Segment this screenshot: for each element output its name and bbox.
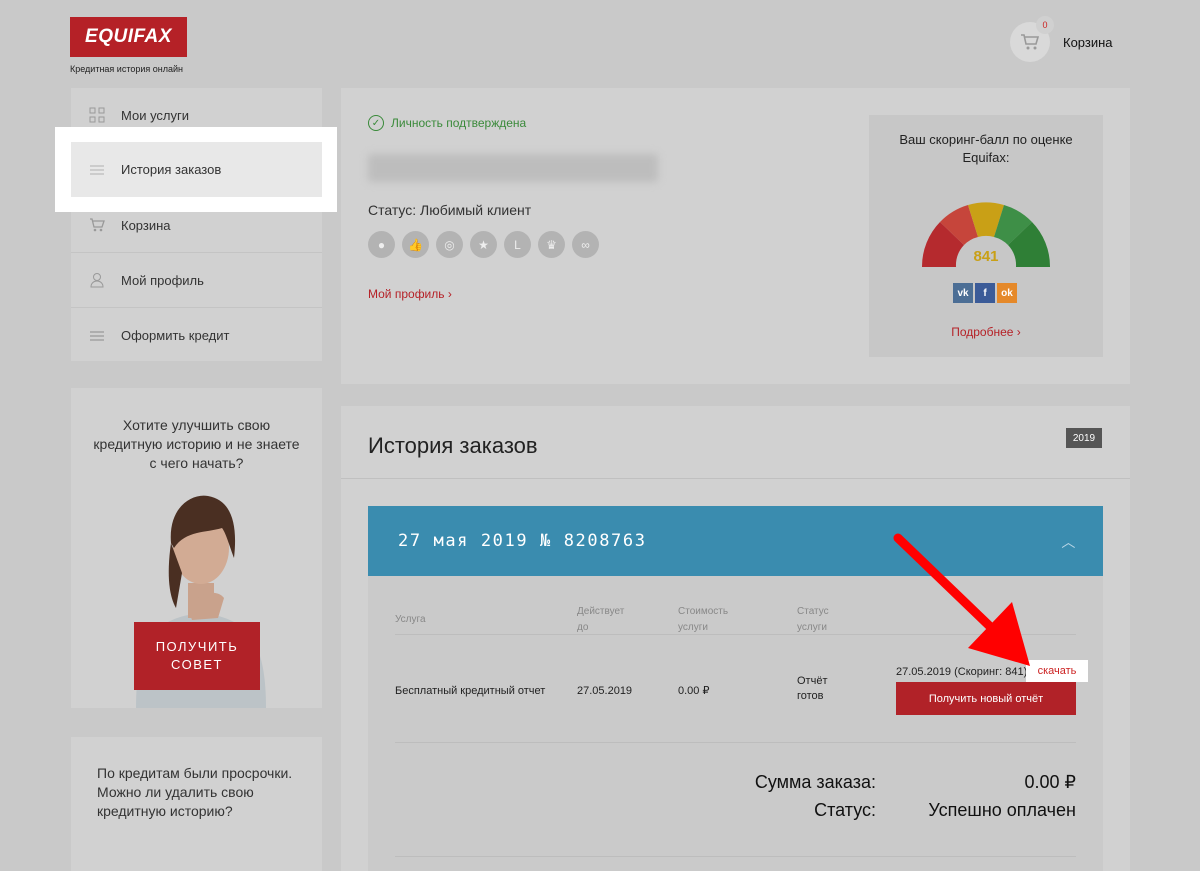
user-badge-icon[interactable]: ● — [368, 231, 395, 258]
sidebar-item-label: Мой профиль — [121, 272, 204, 288]
order-sum-label: Сумма заказа: — [754, 772, 876, 792]
header-cart[interactable]: 0 Корзина — [1010, 16, 1113, 62]
service-cost: 0.00 ₽ — [678, 685, 710, 697]
cart-icon — [1021, 34, 1040, 50]
sidebar-item-label: Мои услуги — [121, 107, 190, 123]
chevron-up-icon[interactable]: ︿ — [1061, 532, 1077, 552]
social-share: vk f ok — [953, 283, 1017, 303]
score-gauge: 841 — [921, 202, 1051, 267]
facebook-icon[interactable]: f — [975, 283, 995, 303]
list-icon — [89, 162, 105, 178]
logo-text: EQUIFAX — [85, 26, 172, 47]
sidebar-item-my-profile[interactable]: Мой профиль — [71, 253, 322, 308]
score-widget: Ваш скоринг-балл по оценке Equifax: 841 … — [869, 115, 1103, 357]
promo-text: Хотите улучшить свою кредитную историю и… — [93, 417, 300, 471]
col-header-cost: Стоимость услуги — [678, 606, 729, 633]
button-line-1: ПОЛУЧИТЬ — [155, 639, 239, 654]
sidebar-item-apply-credit[interactable]: Оформить кредит — [71, 308, 322, 363]
more-details-link[interactable]: Подробнее › — [869, 325, 1103, 339]
logo-tagline: Кредитная история онлайн — [70, 64, 183, 74]
profile-card: ✓ Личность подтверждена Статус: Любимый … — [341, 88, 1130, 384]
client-status: Статус: Любимый клиент — [368, 202, 532, 218]
user-icon — [89, 272, 105, 288]
sidebar-item-label: История заказов — [121, 162, 222, 177]
score-value: 841 — [973, 248, 998, 265]
clock-badge-icon[interactable]: L — [504, 231, 531, 258]
cart-button[interactable]: 0 — [1010, 16, 1054, 62]
page-title: История заказов — [368, 433, 538, 458]
link-text: Подробнее — [951, 325, 1014, 339]
crown-badge-icon[interactable]: ♛ — [538, 231, 565, 258]
check-circle-icon: ✓ — [368, 115, 384, 131]
col-header-status: Статус услуги — [797, 606, 829, 633]
faq-card[interactable]: По кредитам были просрочки. Можно ли уда… — [71, 737, 322, 871]
verified-text: Личность подтверждена — [391, 116, 527, 130]
faq-text: По кредитам были просрочки. Можно ли уда… — [97, 765, 293, 819]
promo-banner: Хотите улучшить свою кредитную историю и… — [71, 388, 322, 708]
cart-icon — [89, 217, 105, 233]
handshake-badge-icon[interactable]: ∞ — [572, 231, 599, 258]
order-title: 27 мая 2019 № 8208763 — [398, 531, 647, 551]
button-line-2: СОВЕТ — [171, 657, 223, 672]
my-profile-link[interactable]: Мой профиль › — [368, 287, 452, 301]
star-badge-icon[interactable]: ★ — [470, 231, 497, 258]
achievement-badges: ● 👍 ◎ ★ L ♛ ∞ — [368, 231, 599, 258]
col-header-valid-until: Действует до — [577, 606, 625, 633]
odnoklassniki-icon[interactable]: ok — [997, 283, 1017, 303]
vk-icon[interactable]: vk — [953, 283, 973, 303]
grid-icon — [89, 107, 105, 123]
link-text: Мой профиль — [368, 287, 445, 301]
thumb-up-badge-icon[interactable]: 👍 — [402, 231, 429, 258]
sidebar-item-label: Оформить кредит — [121, 328, 230, 343]
divider — [341, 478, 1130, 479]
equifax-logo[interactable]: EQUIFAX — [70, 17, 187, 57]
list-icon — [89, 328, 105, 344]
score-title: Ваш скоринг-балл по оценке Equifax: — [899, 132, 1073, 165]
service-status: Отчёт готов — [797, 675, 828, 702]
order-sum-value: 0.00 ₽ — [1024, 772, 1077, 792]
divider — [395, 742, 1076, 743]
verified-status: ✓ Личность подтверждена — [368, 115, 526, 131]
get-advice-button[interactable]: ПОЛУЧИТЬ СОВЕТ — [134, 622, 260, 690]
cart-label[interactable]: Корзина — [1063, 35, 1113, 50]
blurred-user-name — [368, 154, 658, 182]
col-header-service: Услуга — [395, 614, 426, 625]
target-badge-icon[interactable]: ◎ — [436, 231, 463, 258]
order-status-value: Успешно оплачен — [928, 800, 1076, 820]
order-status-label: Статус: — [814, 800, 876, 820]
divider — [395, 856, 1076, 857]
sidebar-item-order-history[interactable]: История заказов — [71, 142, 322, 197]
get-new-report-button[interactable]: Получить новый отчёт — [896, 682, 1076, 715]
sidebar-item-label: Корзина — [121, 217, 171, 233]
service-name: Бесплатный кредитный отчет — [395, 685, 546, 697]
red-arrow-annotation — [893, 533, 1030, 666]
year-filter-badge[interactable]: 2019 — [1066, 428, 1102, 448]
cart-count-badge: 0 — [1036, 16, 1054, 34]
valid-until: 27.05.2019 — [577, 685, 633, 697]
